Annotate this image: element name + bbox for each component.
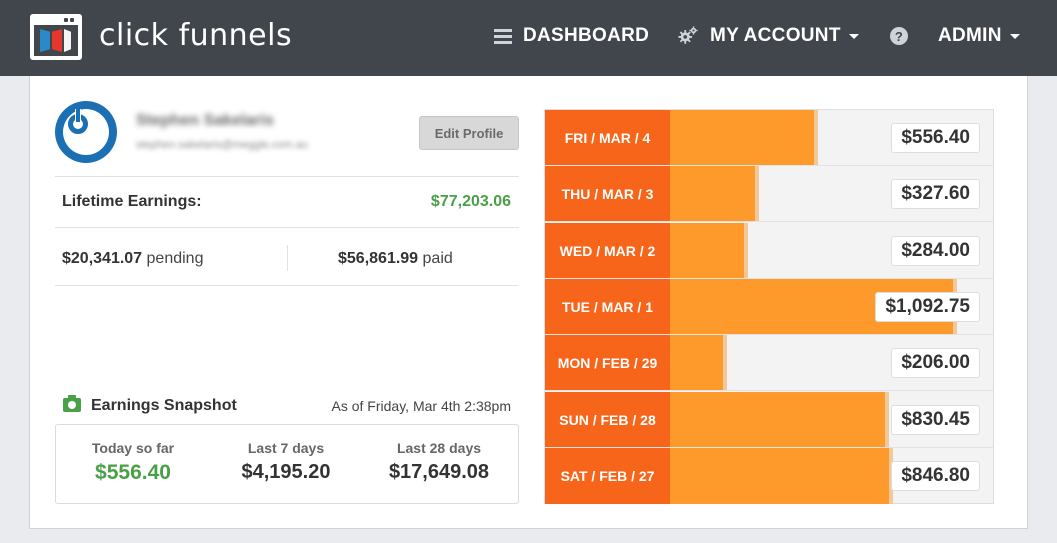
gears-icon bbox=[678, 26, 698, 44]
day-amount-label: $206.00 bbox=[891, 348, 980, 378]
stat-value: $17,649.08 bbox=[388, 461, 490, 483]
nav-dashboard[interactable]: DASHBOARD bbox=[494, 24, 649, 48]
day-amount-label: $1,092.75 bbox=[875, 292, 980, 322]
chart-row: SAT / FEB / 27 $846.80 bbox=[545, 448, 994, 504]
day-amount-label: $830.45 bbox=[891, 405, 980, 435]
day-amount-label: $327.60 bbox=[891, 179, 980, 209]
chevron-down-icon bbox=[848, 33, 859, 39]
divider bbox=[55, 176, 519, 177]
chart-row: THU / MAR / 3 $327.60 bbox=[545, 166, 994, 222]
earnings-snapshot-box: Today so far $556.40 Last 7 days $4,195.… bbox=[55, 424, 519, 504]
help-icon: ? bbox=[890, 27, 908, 45]
daily-earnings-chart: FRI / MAR / 4 $556.40 THU / MAR / 3 $327.60… bbox=[544, 109, 994, 504]
stat-today: Today so far $556.40 bbox=[58, 440, 208, 485]
lifetime-earnings-value: $77,203.06 bbox=[430, 193, 511, 210]
help-button[interactable]: ? bbox=[890, 24, 908, 48]
day-amount-label: $556.40 bbox=[891, 123, 980, 153]
stat-last-7-days: Last 7 days $4,195.20 bbox=[211, 440, 361, 484]
earnings-bar bbox=[670, 335, 723, 390]
pending-amount: $20,341.07 bbox=[62, 250, 143, 267]
pending-label: pending bbox=[146, 250, 204, 267]
day-label: SUN / FEB / 28 bbox=[545, 392, 670, 447]
divider bbox=[55, 285, 519, 286]
day-label: SAT / FEB / 27 bbox=[545, 448, 670, 504]
top-header: click funnels DASHBOARD MY ACCOUNT ? ADM… bbox=[0, 0, 1057, 76]
avatar bbox=[55, 101, 117, 163]
stat-label: Today so far bbox=[91, 440, 175, 456]
stat-value: $556.40 bbox=[95, 461, 171, 484]
nav-admin[interactable]: ADMIN bbox=[938, 24, 1020, 48]
lifetime-earnings-label: Lifetime Earnings: bbox=[62, 193, 202, 210]
chart-row: MON / FEB / 29 $206.00 bbox=[545, 335, 994, 391]
brand-name[interactable]: click funnels bbox=[99, 18, 292, 53]
menu-icon bbox=[494, 28, 512, 44]
nav-my-account[interactable]: MY ACCOUNT bbox=[677, 24, 859, 48]
nav-admin-label: ADMIN bbox=[938, 25, 1002, 46]
day-amount-label: $846.80 bbox=[891, 461, 980, 491]
day-label: THU / MAR / 3 bbox=[545, 166, 670, 221]
stat-last-28-days: Last 28 days $17,649.08 bbox=[364, 440, 514, 484]
earnings-bar bbox=[670, 110, 814, 165]
earnings-bar bbox=[670, 448, 889, 504]
chart-row: WED / MAR / 2 $284.00 bbox=[545, 223, 994, 279]
paid-amount: $56,861.99 bbox=[338, 250, 419, 267]
user-email: stephen.sakelaris@meggle.com.au bbox=[136, 139, 308, 151]
pending-earnings: $20,341.07 pending bbox=[62, 250, 203, 268]
chevron-down-icon bbox=[1009, 33, 1020, 39]
snapshot-timestamp: As of Friday, Mar 4th 2:38pm bbox=[331, 398, 511, 414]
paid-label: paid bbox=[422, 250, 453, 267]
earnings-bar bbox=[670, 166, 755, 221]
day-label: WED / MAR / 2 bbox=[545, 223, 670, 278]
clickfunnels-logo-icon[interactable] bbox=[30, 14, 82, 60]
day-label: FRI / MAR / 4 bbox=[545, 110, 670, 165]
dashboard-panel: Stephen Sakelaris stephen.sakelaris@megg… bbox=[29, 76, 1028, 529]
edit-profile-button[interactable]: Edit Profile bbox=[419, 116, 519, 150]
day-label: TUE / MAR / 1 bbox=[545, 279, 670, 334]
paid-earnings: $56,861.99 paid bbox=[338, 250, 453, 268]
divider bbox=[55, 227, 519, 228]
nav-my-account-label: MY ACCOUNT bbox=[710, 25, 841, 46]
nav-dashboard-label: DASHBOARD bbox=[523, 25, 650, 46]
stat-label: Last 28 days bbox=[396, 440, 482, 456]
chart-row: TUE / MAR / 1 $1,092.75 bbox=[545, 279, 994, 335]
chart-row: FRI / MAR / 4 $556.40 bbox=[545, 110, 994, 166]
earnings-bar bbox=[670, 392, 885, 447]
camera-icon bbox=[63, 395, 81, 412]
stat-label: Last 7 days bbox=[247, 440, 325, 456]
day-label: MON / FEB / 29 bbox=[545, 335, 670, 390]
earnings-snapshot-title: Earnings Snapshot bbox=[91, 397, 237, 414]
divider bbox=[287, 245, 288, 271]
user-name: Stephen Sakelaris bbox=[136, 112, 274, 129]
day-amount-label: $284.00 bbox=[891, 236, 980, 266]
stat-value: $4,195.20 bbox=[241, 461, 331, 483]
chart-row: SUN / FEB / 28 $830.45 bbox=[545, 392, 994, 448]
earnings-bar bbox=[670, 223, 744, 278]
